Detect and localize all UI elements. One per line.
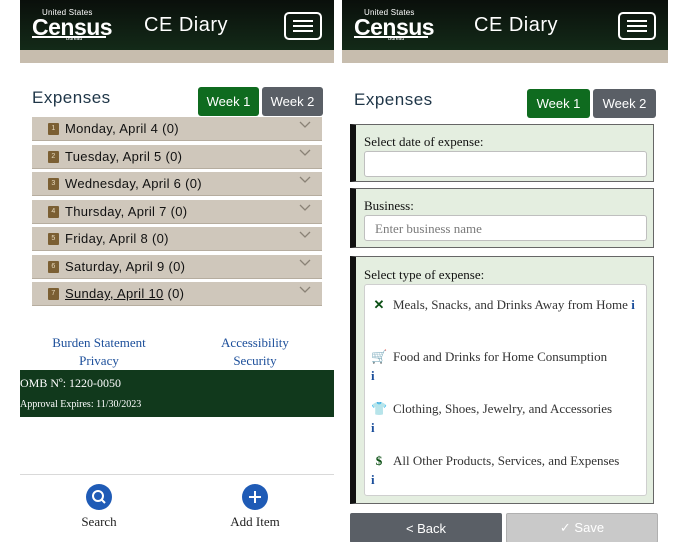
app-title: CE Diary — [144, 13, 229, 36]
info-icon[interactable]: i — [371, 420, 375, 435]
hamburger-menu-icon[interactable] — [618, 12, 656, 40]
footer-links: Burden Statement Accessibility Privacy S… — [20, 335, 334, 369]
burden-statement-link[interactable]: Burden Statement — [40, 335, 158, 351]
save-button[interactable]: ✓ Save — [506, 513, 658, 542]
day-count: (0) — [165, 149, 183, 164]
security-link[interactable]: Security — [210, 353, 300, 369]
day-label: Monday, April 4 — [65, 121, 159, 136]
day-label: Saturday, April 9 — [65, 259, 165, 274]
plus-icon — [242, 484, 268, 510]
expenses-title: Expenses — [32, 88, 111, 107]
day-count: (0) — [162, 121, 179, 136]
tab-week-2[interactable]: Week 2 — [262, 87, 323, 116]
add-expense-screen: United States Census Bureau CE Diary Exp… — [342, 0, 668, 542]
hamburger-menu-icon[interactable] — [284, 12, 322, 40]
type-option-meals[interactable]: ✕ Meals, Snacks, and Drinks Away from Hom… — [371, 295, 640, 314]
type-option-food-home[interactable]: 🛒 Food and Drinks for Home Consumption i — [371, 347, 640, 385]
day-count: (0) — [185, 176, 202, 191]
header-stripe — [20, 50, 334, 63]
tab-week-1[interactable]: Week 1 — [198, 87, 259, 116]
calendar-icon — [48, 122, 59, 135]
calendar-icon — [48, 205, 59, 218]
day-label: Friday, April 8 — [65, 231, 149, 246]
expense-type-card: Select type of expense: ✕ Meals, Snacks, … — [350, 256, 654, 504]
shopping-cart-icon: 🛒 — [371, 349, 388, 364]
type-label-text: All Other Products, Services, and Expens… — [393, 453, 620, 468]
type-option-other[interactable]: $ All Other Products, Services, and Expen… — [371, 451, 640, 489]
bottom-nav-divider — [20, 474, 334, 475]
search-label: Search — [81, 514, 117, 529]
type-label-text: Clothing, Shoes, Jewelry, and Accessorie… — [393, 401, 613, 416]
omb-banner: OMB Nº: 1220-0050 Approval Expires: 11/3… — [20, 370, 334, 417]
day-count: (0) — [151, 231, 169, 246]
app-title: CE Diary — [474, 13, 559, 36]
accessibility-link[interactable]: Accessibility — [200, 335, 310, 351]
chevron-down-icon — [298, 148, 312, 162]
utensils-icon: ✕ — [373, 297, 385, 312]
back-button[interactable]: < Back — [350, 513, 502, 542]
chevron-down-icon — [298, 230, 312, 244]
search-icon — [86, 484, 112, 510]
calendar-icon — [48, 287, 59, 300]
info-icon[interactable]: i — [371, 368, 375, 383]
day-label: Wednesday, April 6 — [65, 176, 182, 191]
chevron-down-icon — [298, 285, 312, 299]
business-card: Business: Enter business name — [350, 188, 654, 248]
week-view-screen: United States Census Bureau CE Diary Exp… — [20, 0, 334, 542]
dollar-icon: $ — [375, 453, 383, 468]
date-field[interactable] — [364, 151, 647, 177]
calendar-icon — [48, 232, 59, 245]
business-name-input[interactable]: Enter business name — [364, 215, 647, 241]
day-row-monday[interactable]: Monday, April 4 (0) — [32, 117, 322, 141]
tab-week-1[interactable]: Week 1 — [527, 89, 590, 118]
chevron-down-icon — [298, 175, 312, 189]
calendar-icon — [48, 150, 59, 163]
day-row-thursday[interactable]: Thursday, April 7 (0) — [32, 200, 322, 224]
search-button[interactable]: Search — [54, 484, 144, 530]
day-row-tuesday[interactable]: Tuesday, April 5 (0) — [32, 145, 322, 169]
day-count: (0) — [170, 204, 188, 219]
chevron-down-icon — [298, 120, 312, 134]
day-label: Thursday, April 7 — [65, 204, 167, 219]
app-header: United States Census Bureau CE Diary — [20, 0, 334, 50]
tab-week-2[interactable]: Week 2 — [593, 89, 656, 118]
date-card: Select date of expense: — [350, 124, 654, 182]
info-icon[interactable]: i — [371, 472, 375, 487]
day-label: Tuesday, April 5 — [65, 149, 162, 164]
calendar-icon — [48, 260, 59, 273]
day-count: (0) — [168, 259, 186, 274]
type-label: Select type of expense: — [364, 267, 485, 282]
app-header: United States Census Bureau CE Diary — [342, 0, 668, 50]
day-row-sunday[interactable]: Sunday, April 10 (0) — [32, 282, 322, 306]
census-bureau-logo[interactable]: United States Census Bureau — [32, 8, 113, 42]
chevron-down-icon — [298, 203, 312, 217]
type-label-text: Food and Drinks for Home Consumption — [393, 349, 608, 364]
day-label: Sunday, April 10 — [65, 286, 164, 301]
privacy-link[interactable]: Privacy — [60, 353, 138, 369]
tshirt-icon: 👕 — [371, 401, 388, 416]
day-row-wednesday[interactable]: Wednesday, April 6 (0) — [32, 172, 322, 196]
day-row-saturday[interactable]: Saturday, April 9 (0) — [32, 255, 322, 279]
type-label-text: Meals, Snacks, and Drinks Away from Home — [393, 297, 628, 312]
calendar-icon — [48, 177, 59, 190]
day-count: (0) — [167, 286, 185, 301]
chevron-down-icon — [298, 258, 312, 272]
add-item-label: Add Item — [230, 514, 280, 529]
logo-sub-text: Bureau — [388, 36, 405, 42]
expenses-title: Expenses — [354, 90, 433, 109]
date-label: Select date of expense: — [364, 134, 484, 149]
day-row-friday[interactable]: Friday, April 8 (0) — [32, 227, 322, 251]
omb-number: OMB Nº: 1220-0050 — [20, 376, 122, 390]
info-icon[interactable]: i — [631, 297, 635, 312]
census-bureau-logo[interactable]: United States Census Bureau — [354, 8, 435, 42]
header-stripe — [342, 50, 668, 63]
add-item-button[interactable]: Add Item — [210, 484, 300, 530]
logo-sub-text: Bureau — [66, 36, 83, 42]
type-option-clothing[interactable]: 👕 Clothing, Shoes, Jewelry, and Accessori… — [371, 399, 640, 437]
expense-type-list: ✕ Meals, Snacks, and Drinks Away from Hom… — [364, 284, 647, 496]
approval-expires: Approval Expires: 11/30/2023 — [20, 399, 142, 410]
business-label: Business: — [364, 198, 414, 213]
